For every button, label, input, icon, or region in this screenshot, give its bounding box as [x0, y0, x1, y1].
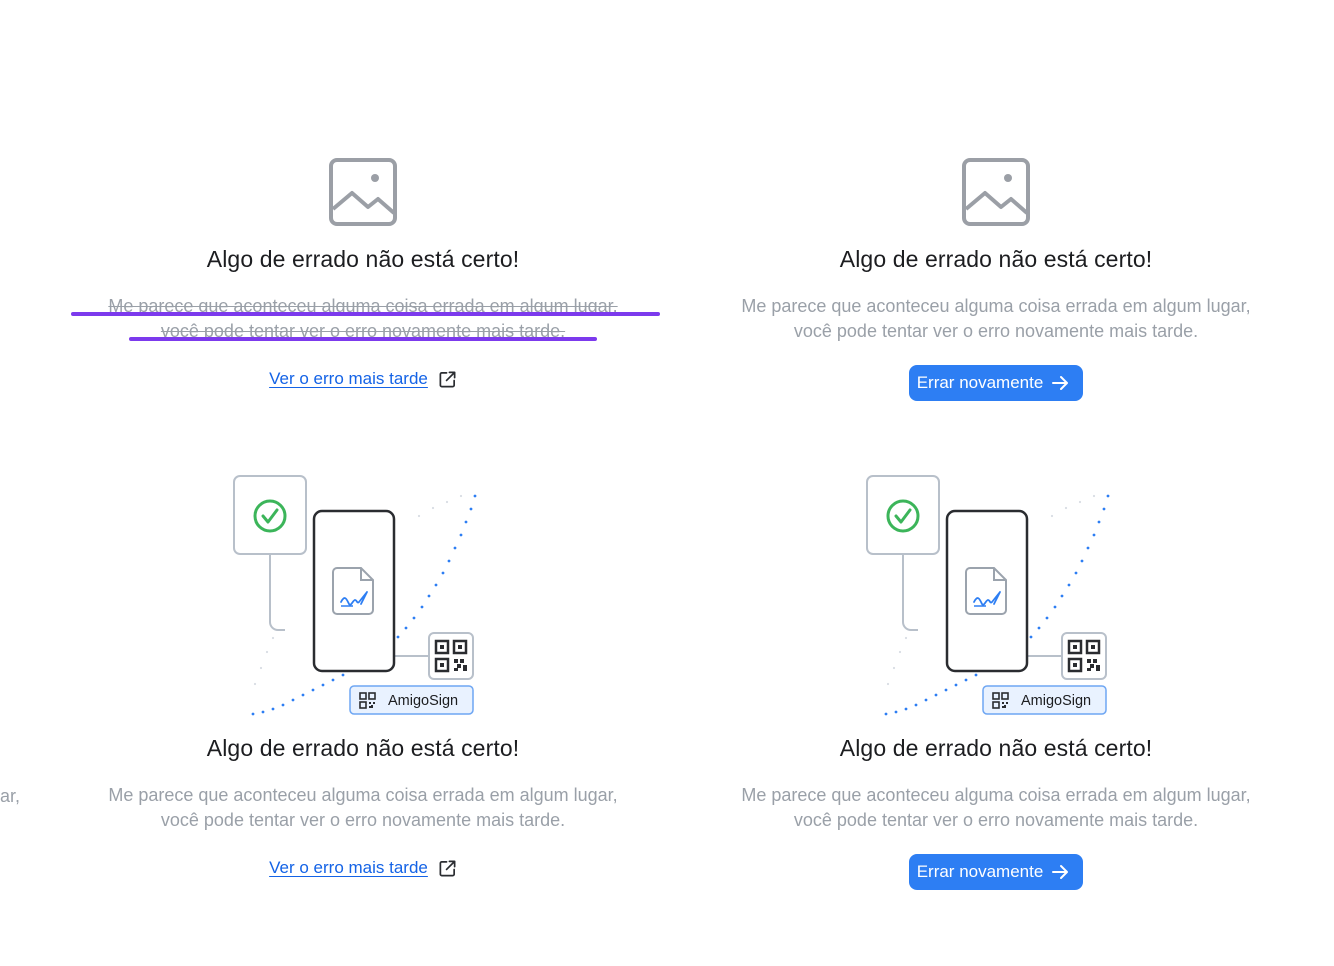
retry-button-label: Errar novamente	[916, 373, 1044, 392]
view-error-later-link[interactable]: Ver o erro mais tarde	[269, 858, 428, 878]
page: Algo de errado não está certo! Me parece…	[0, 0, 1334, 966]
description-line: Me parece que aconteceu alguma coisa err…	[108, 785, 618, 805]
error-title: Algo de errado não está certo!	[839, 735, 1153, 761]
description-line: você pode tentar ver o erro novamente ma…	[793, 810, 1199, 830]
error-title: Algo de errado não está certo!	[839, 246, 1153, 272]
error-card-button-variant: Algo de errado não está certo! Me parece…	[686, 157, 1306, 401]
link-row: Ver o erro mais tarde	[269, 369, 457, 389]
brand-label: AmigoSign	[388, 693, 458, 709]
error-card-illustration-link-variant: AmigoSign Algo de errado não está certo!…	[53, 472, 673, 878]
retry-button[interactable]: Errar novamente	[908, 854, 1084, 890]
link-row: Ver o erro mais tarde	[269, 858, 457, 878]
retry-button[interactable]: Errar novamente	[908, 365, 1084, 401]
external-link-icon[interactable]	[438, 370, 457, 389]
error-description: Me parece que aconteceu alguma coisa err…	[53, 783, 673, 833]
error-card-link-variant: Algo de errado não está certo! Me parece…	[53, 157, 673, 389]
error-title: Algo de errado não está certo!	[206, 735, 520, 761]
view-error-later-link[interactable]: Ver o erro mais tarde	[269, 369, 428, 389]
error-description: Me parece que aconteceu alguma coisa err…	[53, 294, 673, 344]
signed-document-icon	[965, 567, 1007, 615]
description-line: Me parece que aconteceu alguma coisa err…	[741, 296, 1251, 316]
signing-illustration: AmigoSign	[233, 475, 477, 716]
image-placeholder-icon	[962, 158, 1030, 226]
brand-label: AmigoSign	[1021, 693, 1091, 709]
error-card-illustration-button-variant: AmigoSign Algo de errado não está certo!…	[686, 472, 1306, 890]
arrow-right-icon	[1052, 865, 1069, 879]
error-description: Me parece que aconteceu alguma coisa err…	[686, 783, 1306, 833]
highlight-underline	[129, 337, 597, 341]
clipped-text-fragment: ar,	[0, 786, 21, 806]
highlight-underline	[71, 312, 660, 316]
retry-button-label: Errar novamente	[916, 862, 1044, 881]
error-description: Me parece que aconteceu alguma coisa err…	[686, 294, 1306, 344]
arrow-right-icon	[1052, 376, 1069, 390]
external-link-icon[interactable]	[438, 859, 457, 878]
signed-document-icon	[332, 567, 374, 615]
description-line: você pode tentar ver o erro novamente ma…	[160, 810, 566, 830]
signing-illustration: AmigoSign	[866, 475, 1110, 716]
description-line: você pode tentar ver o erro novamente ma…	[793, 321, 1199, 341]
image-placeholder-icon	[329, 158, 397, 226]
description-line: Me parece que aconteceu alguma coisa err…	[741, 785, 1251, 805]
error-title: Algo de errado não está certo!	[206, 246, 520, 272]
